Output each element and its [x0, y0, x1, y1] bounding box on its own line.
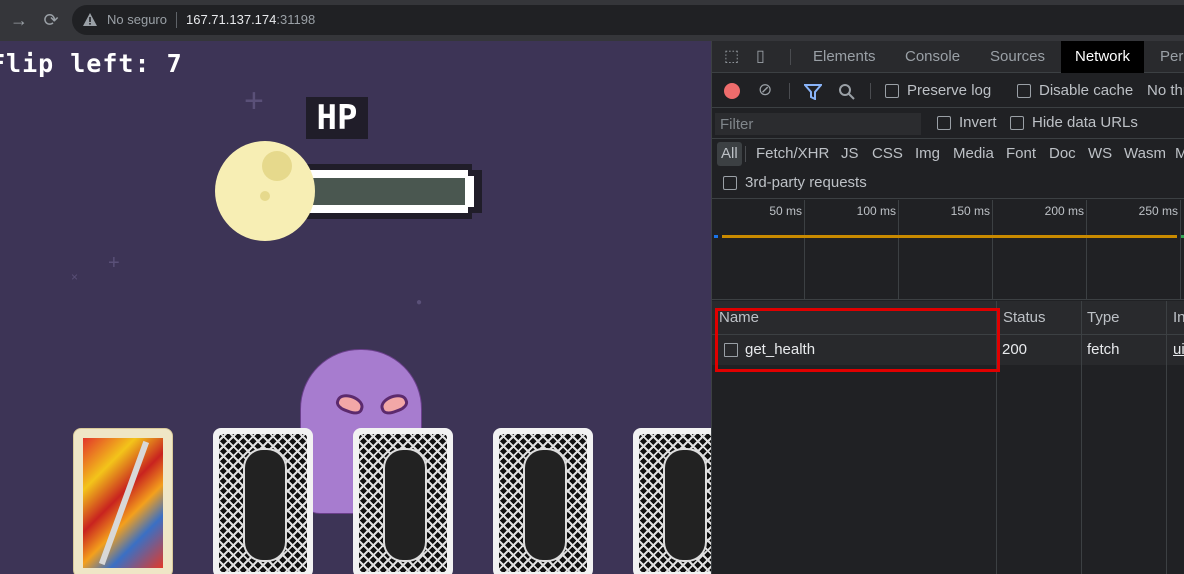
toolbar-divider [789, 83, 790, 99]
timeline-gridline [1180, 200, 1181, 300]
moon-crater [262, 151, 292, 181]
devtools-panel: ⬚ ▯ Elements Console Sources Network Per… [711, 41, 1184, 574]
timeline-tick: 250 ms [1138, 204, 1178, 218]
third-party-checkbox[interactable] [723, 176, 737, 190]
flip-counter: Flip left: 7 [0, 49, 183, 78]
game-canvas[interactable]: Flip left: 7 + + × ● HP [0, 41, 711, 574]
timeline-tick: 150 ms [950, 204, 990, 218]
type-divider [745, 146, 746, 162]
tab-sources[interactable]: Sources [976, 41, 1059, 73]
column-header-initiator[interactable]: In [1173, 301, 1184, 335]
preserve-log-label[interactable]: Preserve log [907, 82, 991, 99]
invert-checkbox[interactable] [937, 116, 951, 130]
toolbar-divider [870, 83, 871, 99]
card-face-up[interactable] [73, 428, 173, 574]
hide-data-urls-checkbox[interactable] [1010, 116, 1024, 130]
type-img[interactable]: Img [911, 142, 944, 166]
inspect-element-icon[interactable]: ⬚ [724, 49, 739, 65]
request-initiator-link[interactable]: ui [1173, 335, 1184, 365]
card-face-down[interactable] [633, 428, 711, 574]
devtools-tabbar: ⬚ ▯ Elements Console Sources Network Per [712, 41, 1184, 73]
search-icon[interactable] [838, 83, 856, 101]
address-bar[interactable]: No seguro 167.71.137.174:31198 [72, 5, 1184, 35]
disable-cache-checkbox[interactable] [1017, 84, 1031, 98]
filter-icon[interactable] [804, 84, 822, 100]
hp-bar [300, 164, 482, 219]
card-art [83, 438, 163, 568]
column-header-type[interactable]: Type [1087, 301, 1120, 335]
sparkle-icon: ● [416, 297, 423, 308]
preserve-log-checkbox[interactable] [885, 84, 899, 98]
url-port: :31198 [276, 12, 316, 27]
type-js[interactable]: JS [837, 142, 863, 166]
url-text[interactable]: 167.71.137.174:31198 [186, 12, 315, 27]
throttling-select[interactable]: No thr [1147, 82, 1184, 99]
sparkle-icon: × [71, 270, 79, 284]
timeline-gridline [898, 200, 899, 300]
card-back-pattern [219, 434, 307, 572]
hp-label: HP [306, 97, 368, 139]
card-face-down[interactable] [493, 428, 593, 574]
request-status: 200 [1002, 341, 1028, 358]
timeline-gridline [1086, 200, 1087, 300]
tab-performance[interactable]: Per [1146, 41, 1184, 73]
timeline-tick: 200 ms [1044, 204, 1084, 218]
third-party-row: 3rd-party requests [712, 169, 1184, 199]
filter-input[interactable] [715, 113, 921, 135]
tab-elements[interactable]: Elements [799, 41, 890, 73]
disable-cache-label[interactable]: Disable cache [1039, 82, 1133, 99]
device-toolbar-icon[interactable]: ▯ [756, 49, 765, 65]
network-request-table: Name Status Type In get_health 200 fetch… [712, 301, 1184, 574]
red-highlight-box [715, 308, 1000, 372]
tab-network[interactable]: Network [1061, 41, 1145, 73]
network-overview-timeline[interactable]: 50 ms 100 ms 150 ms 200 ms 250 ms [712, 200, 1184, 300]
resource-type-filter: All Fetch/XHR JS CSS Img Media Font Doc … [712, 139, 1184, 169]
timeline-request-bar [722, 235, 1177, 238]
type-fetch-xhr[interactable]: Fetch/XHR [752, 142, 833, 166]
card-face-down[interactable] [353, 428, 453, 574]
clear-icon[interactable]: ⊘ [758, 81, 772, 98]
hp-bar-fill [310, 178, 465, 205]
toolbar-divider [790, 49, 791, 65]
type-doc[interactable]: Doc [1045, 142, 1080, 166]
type-ws[interactable]: WS [1084, 142, 1116, 166]
type-all[interactable]: All [717, 142, 742, 166]
type-css[interactable]: CSS [868, 142, 907, 166]
card-back-pattern [359, 434, 447, 572]
browser-toolbar: → ⟳ No seguro 167.71.137.174:31198 [0, 0, 1184, 41]
card-back-pattern [499, 434, 587, 572]
timeline-dom-marker [714, 235, 718, 238]
timeline-tick: 50 ms [769, 204, 802, 218]
card-face-down[interactable] [213, 428, 313, 574]
security-status[interactable]: No seguro [107, 12, 167, 27]
timeline-gridline [992, 200, 993, 300]
type-manifest[interactable]: M [1171, 142, 1184, 166]
timeline-tick: 100 ms [856, 204, 896, 218]
timeline-gridline [804, 200, 805, 300]
omnibox-divider [176, 12, 177, 28]
column-divider [1166, 301, 1167, 574]
type-media[interactable]: Media [949, 142, 998, 166]
type-font[interactable]: Font [1002, 142, 1040, 166]
arrow-forward-icon[interactable]: → [8, 9, 30, 31]
invert-label[interactable]: Invert [959, 114, 997, 131]
url-host: 167.71.137.174 [186, 12, 277, 27]
column-divider [1081, 301, 1082, 574]
card-back-pattern [639, 434, 711, 572]
warning-triangle-icon[interactable] [82, 12, 98, 28]
third-party-label[interactable]: 3rd-party requests [745, 174, 867, 191]
reload-icon[interactable]: ⟳ [40, 9, 62, 31]
record-icon[interactable] [724, 83, 740, 99]
moon-crater [260, 191, 270, 201]
hide-data-urls-label[interactable]: Hide data URLs [1032, 114, 1138, 131]
type-wasm[interactable]: Wasm [1120, 142, 1170, 166]
sparkle-icon: + [108, 252, 120, 274]
filter-bar: Invert Hide data URLs [712, 109, 1184, 139]
tab-console[interactable]: Console [891, 41, 974, 73]
network-toolbar: ⊘ Preserve log Disable cache No thr [712, 74, 1184, 108]
moon-image [215, 141, 315, 241]
request-type: fetch [1087, 341, 1120, 358]
sparkle-icon: + [244, 82, 264, 120]
column-header-status[interactable]: Status [1003, 301, 1046, 335]
